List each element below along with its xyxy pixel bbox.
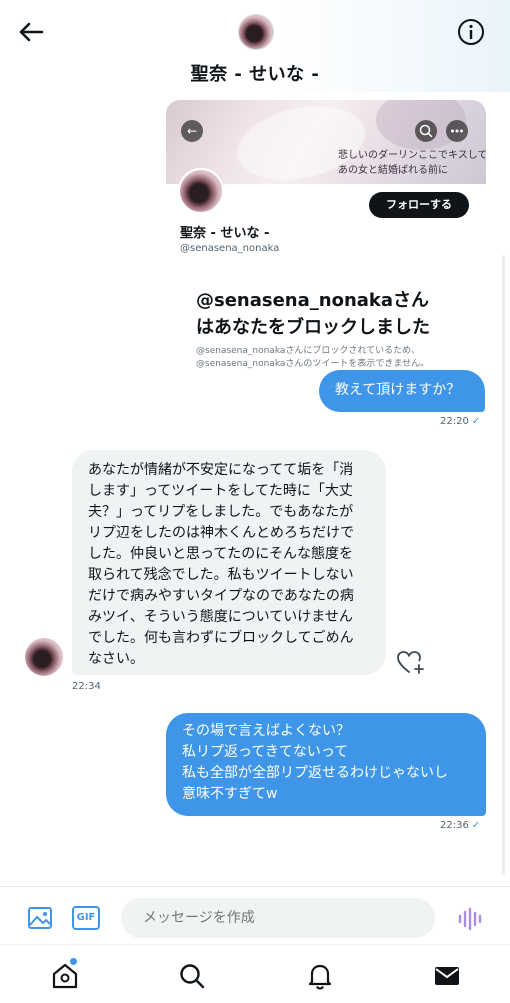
message-line: みツイ、そういう態度についていけません (88, 609, 353, 625)
block-notice-description: @senasena_nonakaさんにブロックされているため、 @senasen… (196, 345, 496, 371)
message-timestamp: 22:20 ✓ (440, 416, 480, 427)
read-check-icon: ✓ (471, 416, 481, 427)
message-line: その場で言えばよくない？ (182, 723, 350, 739)
info-icon[interactable] (456, 17, 486, 47)
banner-text-line: あの女と結婚ばれる前に (338, 165, 448, 176)
message-line: でした。何も言わずにブロックしてごめん (88, 630, 354, 646)
message-line: します」ってツイートをしてた時に「大丈 (88, 483, 353, 499)
message-line: リプ辺をしたのは神木くんとめろちだけで (88, 525, 354, 541)
message-line: 意味不すぎてw (182, 786, 278, 802)
timestamp-text: 22:20 (440, 416, 469, 427)
arrow-left-icon[interactable] (16, 17, 46, 47)
message-line: 夫？」ってリプをしました。でもあなたが (88, 504, 354, 520)
profile-card[interactable]: 悲しいのダーリンここでキスして あの女と結婚ばれる前に ← フォローする 聖奈 … (166, 100, 486, 260)
banner-search-icon[interactable] (415, 120, 437, 142)
message-timestamp: 22:36 ✓ (440, 820, 480, 831)
conversation-header: 聖奈 - せいな - (0, 0, 510, 92)
banner-more-icon[interactable] (446, 120, 468, 142)
sender-avatar[interactable] (25, 638, 63, 676)
profile-avatar[interactable] (178, 168, 224, 214)
message-line: なさい。 (88, 651, 144, 667)
search-icon[interactable] (177, 961, 207, 991)
heart-plus-icon[interactable] (396, 649, 426, 675)
message-line: だけで病みやすいタイプなのであなたの病 (88, 588, 354, 604)
message-bubble-outgoing[interactable]: その場で言えばよくない？ 私リプ返ってきてないって 私も全部が全部リプ返せるわけ… (166, 713, 486, 816)
voice-message-icon[interactable] (456, 906, 484, 932)
banner-back-icon[interactable]: ← (181, 120, 203, 142)
message-line: した。仲良いと思ってたのにそんな態度を (88, 546, 354, 562)
message-line: あなたが情緒が不安定になってて垢を「消 (88, 462, 354, 478)
message-bubble-incoming[interactable]: あなたが情緒が不安定になってて垢を「消 します」ってツイートをしてた時に「大丈 … (72, 450, 386, 675)
message-line: 私も全部が全部リプ返せるわけじゃないし (182, 765, 448, 781)
image-icon[interactable] (27, 905, 53, 931)
timestamp-text: 22:36 (440, 820, 469, 831)
follow-button[interactable]: フォローする (369, 192, 469, 218)
scrollbar[interactable] (502, 255, 505, 875)
home-icon[interactable] (50, 961, 80, 991)
envelope-icon[interactable] (432, 961, 462, 991)
message-line: 教えて頂けますか？ (335, 382, 461, 398)
block-title-line: はあなたをブロックしました (196, 317, 430, 338)
profile-name: 聖奈 - せいな - (180, 226, 270, 241)
message-line: 取られて残念でした。私もツイートしない (88, 567, 354, 583)
block-title-line: @senasena_nonakaさん (196, 290, 430, 311)
message-input[interactable] (121, 898, 435, 938)
message-line: 私リプ返ってきてないって (182, 744, 349, 760)
bell-icon[interactable] (305, 961, 335, 991)
notification-dot (70, 958, 77, 965)
message-bubble-outgoing[interactable]: 教えて頂けますか？ (319, 370, 485, 412)
read-check-icon: ✓ (471, 820, 481, 831)
gif-button[interactable]: GIF (72, 906, 100, 930)
profile-handle: @senasena_nonaka (180, 243, 280, 254)
header-avatar[interactable] (238, 14, 274, 50)
message-composer: GIF (0, 886, 510, 944)
bottom-tab-bar (0, 944, 510, 1003)
banner-text: 悲しいのダーリンここでキスして あの女と結婚ばれる前に (338, 148, 486, 178)
block-notice-title: @senasena_nonakaさん はあなたをブロックしました (196, 287, 486, 341)
banner-text-line: 悲しいのダーリンここでキスして (338, 150, 486, 161)
conversation-title[interactable]: 聖奈 - せいな - (0, 60, 510, 86)
message-timestamp: 22:34 (72, 681, 101, 692)
block-desc-line: @senasena_nonakaさんにブロックされているため、 (196, 346, 421, 356)
